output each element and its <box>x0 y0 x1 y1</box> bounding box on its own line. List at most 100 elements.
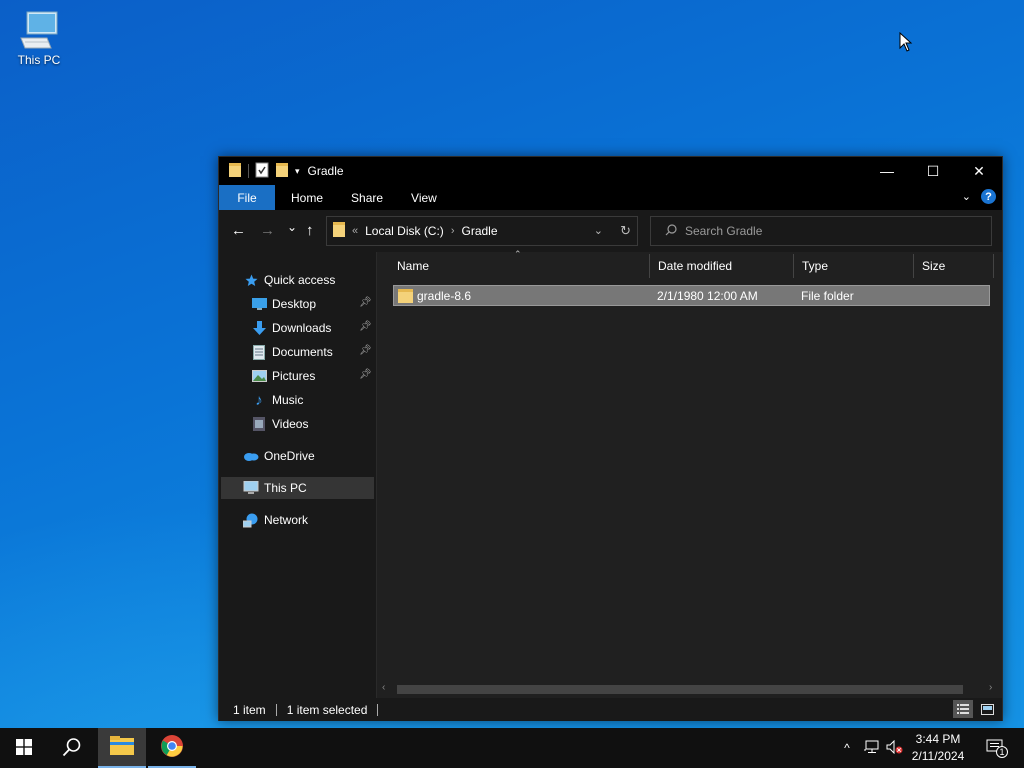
breadcrumb-gradle[interactable]: Gradle <box>461 224 497 238</box>
documents-icon <box>251 344 267 360</box>
column-header-size[interactable]: Size <box>916 254 992 278</box>
volume-muted-icon[interactable] <box>886 739 904 757</box>
chevron-right-icon[interactable]: › <box>451 225 455 237</box>
sidebar-item-this-pc[interactable]: This PC <box>221 477 374 499</box>
this-pc-icon <box>12 8 66 52</box>
selected-count: 1 item selected <box>286 702 368 717</box>
column-divider[interactable] <box>793 254 794 278</box>
onedrive-icon <box>243 448 259 464</box>
scroll-left-icon[interactable]: ‹ <box>382 682 385 693</box>
up-button[interactable]: ↑ <box>306 222 314 239</box>
refresh-icon[interactable]: ↻ <box>620 223 631 239</box>
taskbar-file-explorer[interactable] <box>98 728 146 768</box>
address-bar[interactable]: « Local Disk (C:) › Gradle ⌄ ↻ <box>326 216 638 246</box>
table-row[interactable]: gradle-8.6 2/1/1980 12:00 AM File folder <box>393 285 990 306</box>
pictures-icon <box>251 368 267 384</box>
sidebar-item-network[interactable]: Network <box>243 509 373 531</box>
new-folder-icon[interactable] <box>275 162 289 181</box>
column-header-name[interactable]: Name <box>391 254 649 278</box>
tab-share[interactable]: Share <box>337 185 397 210</box>
search-input[interactable] <box>685 224 975 238</box>
sidebar-item-videos[interactable]: Videos <box>251 413 373 435</box>
sidebar-item-downloads[interactable]: Downloads 📌︎ <box>251 317 373 339</box>
sidebar-item-pictures[interactable]: Pictures 📌︎ <box>251 365 373 387</box>
ribbon-right: ⌄ ? <box>962 189 996 204</box>
folder-icon <box>398 287 413 307</box>
view-switcher <box>953 700 997 718</box>
minimize-button[interactable]: — <box>864 157 910 185</box>
window-title: Gradle <box>307 164 344 178</box>
taskbar-chrome[interactable] <box>148 728 196 768</box>
column-header-type[interactable]: Type <box>796 254 912 278</box>
sidebar-item-desktop[interactable]: Desktop 📌︎ <box>251 293 373 315</box>
toolbar-divider <box>248 164 249 178</box>
search-box[interactable] <box>650 216 992 246</box>
close-button[interactable]: ✕ <box>956 157 1002 185</box>
desktop-icon-this-pc[interactable]: This PC <box>12 8 66 67</box>
folder-icon <box>333 222 345 240</box>
forward-button[interactable]: → <box>260 222 275 239</box>
sidebar-item-label: Network <box>264 513 309 527</box>
back-button[interactable]: ← <box>231 222 246 239</box>
music-icon: ♪ <box>255 391 263 409</box>
tab-view[interactable]: View <box>397 185 451 210</box>
quick-access-toolbar: ▾ <box>228 162 300 181</box>
column-divider[interactable] <box>913 254 914 278</box>
videos-icon <box>251 416 267 432</box>
breadcrumb: « Local Disk (C:) › Gradle <box>333 222 498 240</box>
scroll-right-icon[interactable]: › <box>989 682 992 693</box>
clock-time: 3:44 PM <box>915 732 961 746</box>
customize-toolbar-icon[interactable]: ▾ <box>295 166 300 177</box>
pin-icon[interactable]: 📌︎ <box>359 321 372 332</box>
sidebar-item-documents[interactable]: Documents 📌︎ <box>251 341 373 363</box>
notifications-icon: 1 <box>986 739 1008 758</box>
column-divider[interactable] <box>993 254 994 278</box>
maximize-button[interactable]: ☐ <box>910 157 956 185</box>
tab-file[interactable]: File <box>219 185 275 210</box>
network-status-icon[interactable] <box>864 740 880 757</box>
sidebar-item-label: Desktop <box>272 297 317 311</box>
chrome-icon <box>160 734 184 761</box>
recent-locations-button[interactable]: ⌄ <box>287 220 297 234</box>
scrollbar-thumb[interactable] <box>397 685 963 694</box>
details-view-button[interactable] <box>953 700 973 718</box>
properties-icon[interactable] <box>255 162 269 181</box>
search-button[interactable] <box>48 728 96 768</box>
pin-icon[interactable]: 📌︎ <box>359 345 372 356</box>
folder-icon <box>228 162 242 181</box>
file-explorer-window: ▾ Gradle — ☐ ✕ File Home Share View ⌄ ? … <box>218 156 1003 721</box>
sidebar-item-label: This PC <box>264 481 307 495</box>
file-date-modified: 2/1/1980 12:00 AM <box>657 289 758 303</box>
start-button[interactable] <box>0 728 48 768</box>
status-divider <box>377 703 379 716</box>
large-icons-view-button[interactable] <box>977 700 997 718</box>
sidebar-item-onedrive[interactable]: OneDrive <box>243 445 373 467</box>
system-clock[interactable]: 3:44 PM 2/11/2024 <box>905 731 971 765</box>
breadcrumb-overflow[interactable]: « <box>352 225 358 237</box>
action-center-button[interactable]: 1 <box>978 728 1012 768</box>
help-button[interactable]: ? <box>981 189 996 204</box>
chevron-down-icon[interactable]: ⌄ <box>594 224 603 237</box>
sidebar-item-quick-access[interactable]: Quick access <box>243 269 373 291</box>
sidebar-item-label: Pictures <box>272 369 316 383</box>
expand-ribbon-icon[interactable]: ⌄ <box>962 190 971 203</box>
column-divider[interactable] <box>649 254 650 278</box>
sidebar-item-music[interactable]: ♪ Music <box>251 389 373 411</box>
this-pc-icon <box>243 480 259 496</box>
downloads-icon <box>251 320 267 336</box>
pin-icon[interactable]: 📌︎ <box>359 369 372 380</box>
pin-icon[interactable]: 📌︎ <box>359 297 372 308</box>
show-hidden-icons-button[interactable]: ^ <box>838 741 856 755</box>
file-explorer-icon <box>110 735 134 759</box>
tab-home[interactable]: Home <box>277 185 337 210</box>
sidebar-item-label: OneDrive <box>264 449 315 463</box>
file-list: ⌃ Name Date modified Type Size gradle-8.… <box>377 249 1002 702</box>
sidebar-item-label: Videos <box>272 417 309 431</box>
breadcrumb-local-disk[interactable]: Local Disk (C:) <box>365 224 444 238</box>
search-icon <box>665 223 677 239</box>
title-bar[interactable]: ▾ Gradle — ☐ ✕ <box>219 157 1002 185</box>
horizontal-scrollbar[interactable]: ‹ › <box>377 681 1002 698</box>
status-divider <box>275 703 277 716</box>
sidebar-item-label: Documents <box>272 345 333 359</box>
column-header-date-modified[interactable]: Date modified <box>652 254 792 278</box>
